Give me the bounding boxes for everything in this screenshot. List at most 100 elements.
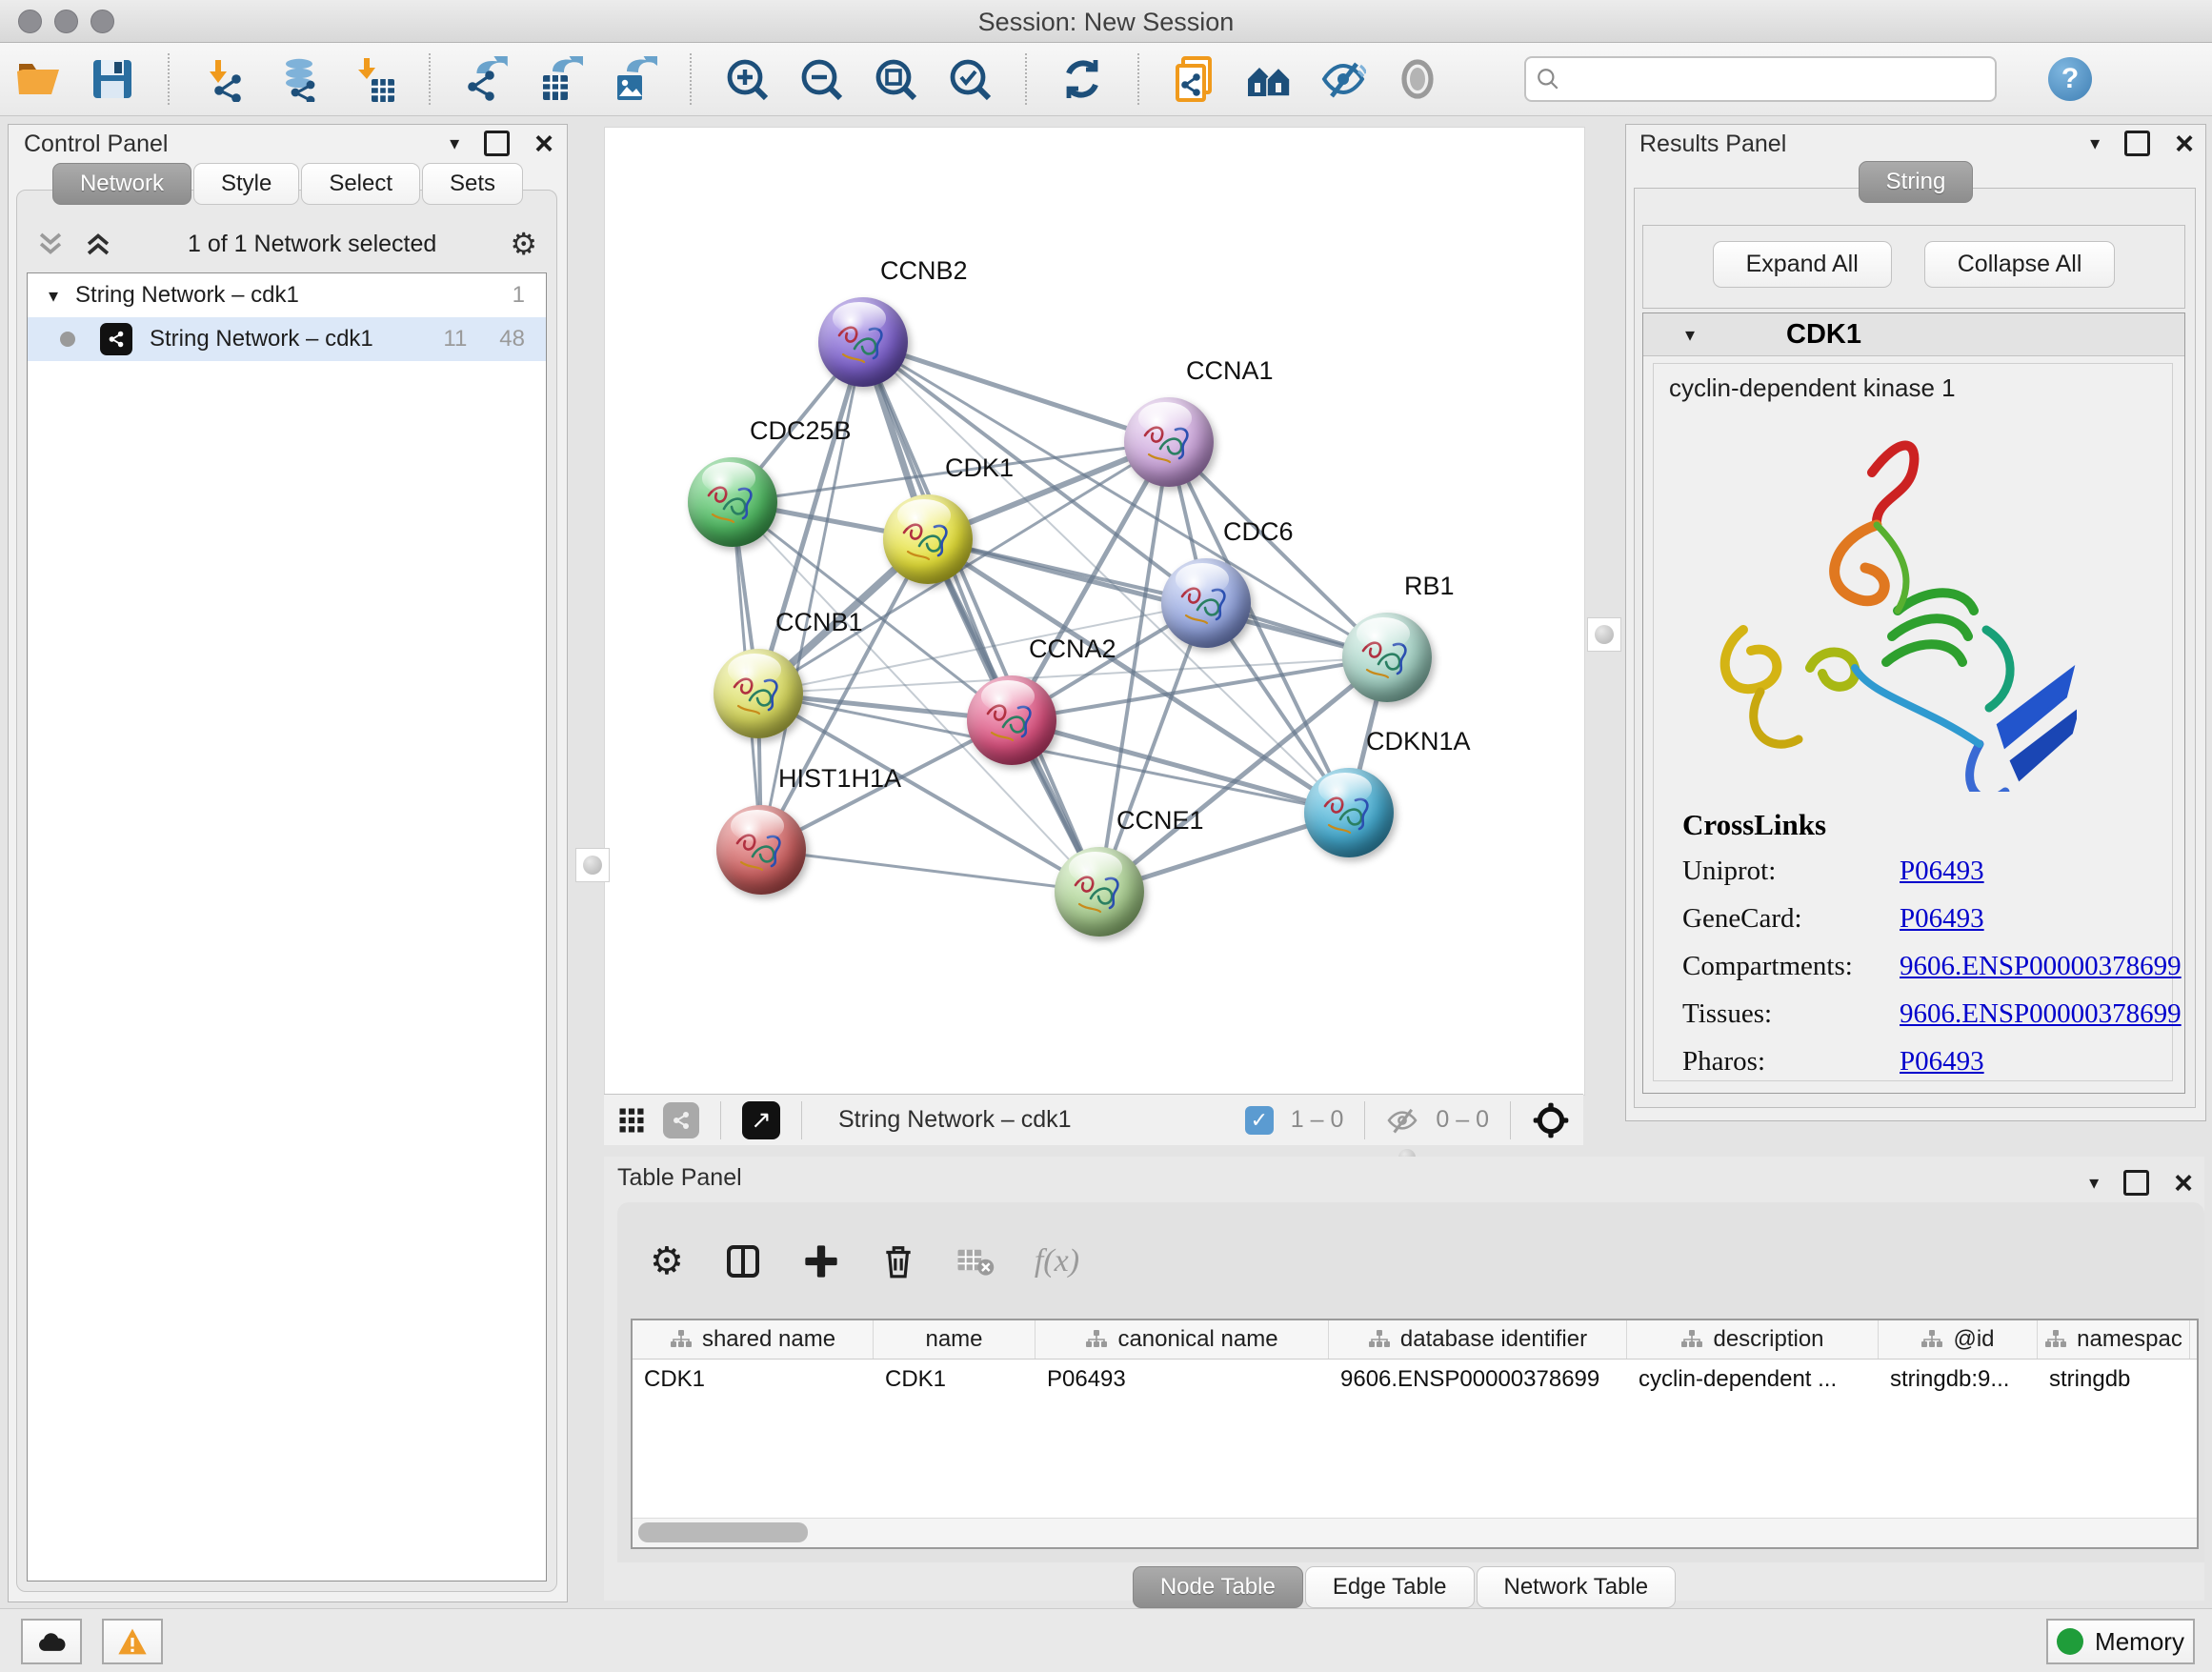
node-CCNB2[interactable]: [818, 297, 908, 387]
export-network-icon[interactable]: [461, 54, 511, 104]
network-options-gear-icon[interactable]: ⚙: [510, 226, 537, 262]
tab-network[interactable]: Network: [52, 163, 191, 205]
expand-all-button[interactable]: Expand All: [1713, 241, 1892, 288]
left-splitter-handle[interactable]: [575, 848, 610, 882]
collapse-panel-icon[interactable]: ▾: [2090, 131, 2100, 155]
export-table-icon[interactable]: [535, 54, 585, 104]
column-header-shared-name[interactable]: shared name: [633, 1320, 874, 1359]
selected-nodes-checkbox-icon[interactable]: ✓: [1245, 1106, 1274, 1135]
node-CCNA1[interactable]: [1124, 397, 1214, 487]
node-table-row[interactable]: CDK1CDK1P064939606.ENSP00000378699cyclin…: [633, 1360, 2197, 1400]
export-image-icon[interactable]: [610, 54, 659, 104]
warnings-button[interactable]: [102, 1619, 163, 1664]
delete-table-icon[interactable]: [956, 1244, 995, 1279]
node-CDC6[interactable]: [1161, 558, 1251, 648]
node-HIST1H1A[interactable]: [716, 805, 806, 895]
tab-edge-table[interactable]: Edge Table: [1305, 1566, 1475, 1608]
edge-CCNA2-CDKN1A[interactable]: [1012, 720, 1349, 813]
column-header--id[interactable]: @id: [1879, 1320, 2038, 1359]
show-columns-icon[interactable]: [724, 1242, 762, 1280]
column-header-name[interactable]: name: [874, 1320, 1036, 1359]
import-table-file-icon[interactable]: [349, 54, 398, 104]
node-CDKN1A[interactable]: [1304, 768, 1394, 857]
delete-column-trash-icon[interactable]: [880, 1242, 916, 1280]
right-splitter-handle[interactable]: [1587, 617, 1621, 652]
table-options-gear-icon[interactable]: ⚙: [650, 1239, 684, 1283]
node-RB1[interactable]: [1342, 613, 1432, 702]
zoom-selected-icon[interactable]: [945, 54, 995, 104]
apply-layout-icon[interactable]: [1057, 54, 1107, 104]
network-row-selected[interactable]: String Network – cdk1 11 48: [28, 317, 546, 361]
crosslink-tissues-link[interactable]: 9606.ENSP00000378699: [1900, 998, 2182, 1030]
cell-shared-name[interactable]: CDK1: [633, 1360, 874, 1400]
collapse-all-icon[interactable]: [34, 230, 67, 258]
tab-node-table[interactable]: Node Table: [1133, 1566, 1303, 1608]
collapse-panel-icon[interactable]: ▾: [2089, 1171, 2099, 1195]
tab-sets[interactable]: Sets: [422, 163, 523, 205]
hidden-eye-icon[interactable]: [1386, 1107, 1418, 1134]
column-header-canonical-name[interactable]: canonical name: [1036, 1320, 1329, 1359]
table-horizontal-scrollbar[interactable]: [633, 1518, 2197, 1547]
close-panel-icon[interactable]: ×: [2175, 134, 2194, 153]
hide-selected-icon[interactable]: [1318, 54, 1368, 104]
tab-network-table[interactable]: Network Table: [1477, 1566, 1677, 1608]
crosslink-compartments-link[interactable]: 9606.ENSP00000378699: [1900, 951, 2182, 982]
help-icon[interactable]: ?: [2048, 57, 2092, 101]
tree-expander-icon[interactable]: ▾: [49, 284, 58, 308]
search-input[interactable]: [1570, 65, 1985, 93]
detach-view-icon[interactable]: ↗: [742, 1101, 780, 1139]
network-canvas[interactable]: CCNB2CCNA1CDC25BCDK1CDC6RB1CCNB1CCNA2CDK…: [604, 127, 1585, 1096]
scrollbar-thumb[interactable]: [638, 1522, 808, 1542]
column-header-database-identifier[interactable]: database identifier: [1329, 1320, 1627, 1359]
network-collection-row[interactable]: ▾ String Network – cdk1 1: [28, 273, 546, 317]
tab-select[interactable]: Select: [301, 163, 420, 205]
cell-description[interactable]: cyclin-dependent ...: [1627, 1360, 1879, 1400]
zoom-fit-icon[interactable]: [871, 54, 920, 104]
edge-CDK1-RB1[interactable]: [928, 539, 1387, 657]
cloud-status-button[interactable]: [21, 1619, 82, 1664]
memory-button[interactable]: Memory: [2046, 1619, 2195, 1664]
tab-style[interactable]: Style: [193, 163, 299, 205]
search-box[interactable]: [1524, 56, 1997, 102]
cell-canonical-name[interactable]: P06493: [1036, 1360, 1329, 1400]
tab-string[interactable]: String: [1859, 161, 1974, 203]
show-all-networks-icon[interactable]: [1244, 54, 1294, 104]
cell--id[interactable]: stringdb:9...: [1879, 1360, 2038, 1400]
network-type-toggle-icon[interactable]: [663, 1102, 699, 1138]
show-selected-icon[interactable]: [1393, 54, 1442, 104]
grid-view-icon[interactable]: [617, 1106, 646, 1135]
collapse-all-button[interactable]: Collapse All: [1924, 241, 2116, 288]
gene-section-header[interactable]: ▾ CDK1: [1643, 313, 2184, 356]
function-builder-icon[interactable]: f(x): [1035, 1243, 1079, 1279]
collapse-panel-icon[interactable]: ▾: [450, 131, 459, 155]
column-header-description[interactable]: description: [1627, 1320, 1879, 1359]
save-session-icon[interactable]: [88, 54, 137, 104]
open-session-icon[interactable]: [13, 54, 63, 104]
zoom-in-icon[interactable]: [722, 54, 772, 104]
zoom-out-icon[interactable]: [796, 54, 846, 104]
float-panel-icon[interactable]: [2123, 1170, 2149, 1196]
crosslink-uniprot-link[interactable]: P06493: [1900, 856, 1984, 887]
node-CCNB1[interactable]: [714, 649, 803, 738]
close-panel-icon[interactable]: ×: [534, 134, 553, 153]
duplicate-network-icon[interactable]: [1170, 54, 1219, 104]
cell-namespac[interactable]: stringdb: [2038, 1360, 2190, 1400]
node-CCNE1[interactable]: [1055, 847, 1144, 937]
birds-eye-crosshair-icon[interactable]: [1532, 1101, 1570, 1139]
import-network-database-icon[interactable]: [274, 54, 324, 104]
import-network-file-icon[interactable]: [200, 54, 250, 104]
float-panel-icon[interactable]: [484, 131, 510, 156]
float-panel-icon[interactable]: [2124, 131, 2150, 156]
close-panel-icon[interactable]: ×: [2174, 1174, 2193, 1193]
crosslink-pharos-link[interactable]: P06493: [1900, 1046, 1984, 1078]
edge-CCNB2-CCNE1[interactable]: [863, 342, 1099, 892]
expand-all-icon[interactable]: [82, 230, 114, 258]
column-header-namespac[interactable]: namespac: [2038, 1320, 2190, 1359]
node-CDK1[interactable]: [883, 494, 973, 584]
cell-name[interactable]: CDK1: [874, 1360, 1036, 1400]
edge-CCNB2-CCNA1[interactable]: [863, 342, 1169, 442]
node-CCNA2[interactable]: [967, 675, 1056, 765]
add-column-icon[interactable]: [802, 1242, 840, 1280]
crosslink-genecard-link[interactable]: P06493: [1900, 903, 1984, 935]
cell-database-identifier[interactable]: 9606.ENSP00000378699: [1329, 1360, 1627, 1400]
